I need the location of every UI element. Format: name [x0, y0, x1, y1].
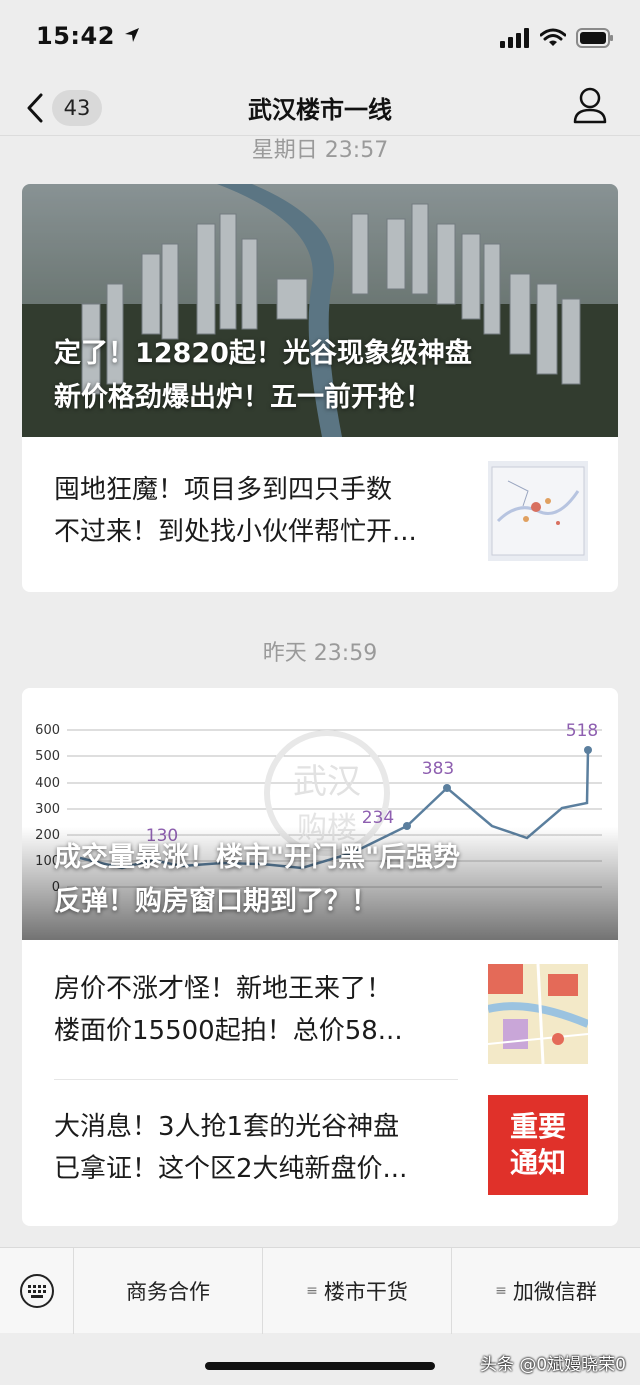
article-title: 囤地狂魔！项目多到四只手数 不过来！到处找小伙伴帮忙开... [54, 469, 474, 553]
status-time-text: 15:42 [36, 22, 115, 50]
bottom-menu: 商务合作 ≡ 楼市干货 ≡ 加微信群 [0, 1247, 640, 1334]
message-timestamp: 星期日 23:57 [251, 138, 389, 163]
menu-item-business[interactable]: 商务合作 [74, 1248, 263, 1334]
menu-item-market-tips[interactable]: ≡ 楼市干货 [263, 1248, 452, 1334]
article-title-line-1: 囤地狂魔！项目多到四只手数 [54, 475, 393, 505]
status-bar: 15:42 [0, 0, 640, 78]
submenu-icon: ≡ [495, 1283, 507, 1299]
battery-icon [576, 28, 613, 48]
status-time: 15:42 [36, 22, 140, 50]
message-timestamp: 昨天 23:59 [262, 641, 378, 666]
notice-thumbnail: 重要 通知 [488, 1095, 588, 1195]
hero-title-line-2: 新价格劲爆出炉！五一前开抢！ [54, 382, 432, 413]
article-thumbnail [488, 964, 588, 1064]
hero-article[interactable]: 600 500 400 300 200 100 0 武汉 购楼 130 234 … [22, 688, 618, 940]
article-thumbnail [488, 461, 588, 561]
map-thumbnail-image [488, 964, 588, 1064]
article-card: 600 500 400 300 200 100 0 武汉 购楼 130 234 … [22, 688, 618, 1226]
page-title: 武汉楼市一线 [248, 96, 392, 124]
wifi-icon [540, 28, 566, 46]
hero-title-line-2: 反弹！购房窗口期到了？！ [54, 886, 378, 917]
submenu-icon: ≡ [306, 1283, 318, 1299]
article-list-item[interactable]: 房价不涨才怪！新地王来了！ 楼面价15500起拍！总价58... [22, 940, 618, 1080]
article-card: 定了！12820起！光谷现象级神盘 新价格劲爆出炉！五一前开抢！ 囤地狂魔！项目… [22, 184, 618, 592]
menu-item-wechat-group[interactable]: ≡ 加微信群 [452, 1248, 640, 1334]
menu-item-label: 楼市干货 [323, 1280, 408, 1304]
article-title-line-2: 不过来！到处找小伙伴帮忙开... [54, 517, 417, 547]
keyboard-toggle-button[interactable] [0, 1248, 74, 1334]
map-thumbnail-image [488, 461, 588, 561]
source-watermark: 头条 @0斌嫚晓荣0 [479, 1355, 626, 1375]
article-list-item[interactable]: 囤地狂魔！项目多到四只手数 不过来！到处找小伙伴帮忙开... [22, 437, 618, 592]
hero-article[interactable]: 定了！12820起！光谷现象级神盘 新价格劲爆出炉！五一前开抢！ [22, 184, 618, 437]
profile-button[interactable] [572, 86, 608, 126]
menu-item-label: 商务合作 [126, 1280, 210, 1304]
article-title-line-2: 楼面价15500起拍！总价58... [54, 1016, 403, 1046]
notice-text-line-2: 通知 [509, 1146, 566, 1179]
user-icon [573, 87, 607, 124]
signal-icon [500, 28, 529, 48]
article-list-item[interactable]: 大消息！3人抢1套的光谷神盘 已拿证！这个区2大纯新盘价... 重要 通知 [22, 1080, 618, 1226]
status-icons [500, 26, 614, 50]
location-arrow-icon [124, 28, 139, 42]
home-indicator[interactable] [205, 1362, 435, 1370]
hero-title-line-1: 定了！12820起！光谷现象级神盘 [54, 338, 472, 369]
article-title: 大消息！3人抢1套的光谷神盘 已拿证！这个区2大纯新盘价... [54, 1106, 474, 1190]
nav-bar: 43 武汉楼市一线 [0, 78, 640, 136]
hero-article-title: 定了！12820起！光谷现象级神盘 新价格劲爆出炉！五一前开抢！ [54, 332, 588, 420]
hero-title-line-1: 成交量暴涨！楼市"开门黑"后强势 [54, 842, 461, 873]
notice-text-line-1: 重要 [509, 1110, 566, 1143]
menu-item-label: 加微信群 [512, 1280, 597, 1304]
hero-article-title: 成交量暴涨！楼市"开门黑"后强势 反弹！购房窗口期到了？！ [54, 836, 588, 924]
article-title-line-1: 大消息！3人抢1套的光谷神盘 [54, 1112, 400, 1142]
keyboard-icon [19, 1274, 54, 1308]
article-title: 房价不涨才怪！新地王来了！ 楼面价15500起拍！总价58... [54, 968, 474, 1052]
article-title-line-1: 房价不涨才怪！新地王来了！ [54, 974, 393, 1004]
article-title-line-2: 已拿证！这个区2大纯新盘价... [54, 1154, 408, 1184]
